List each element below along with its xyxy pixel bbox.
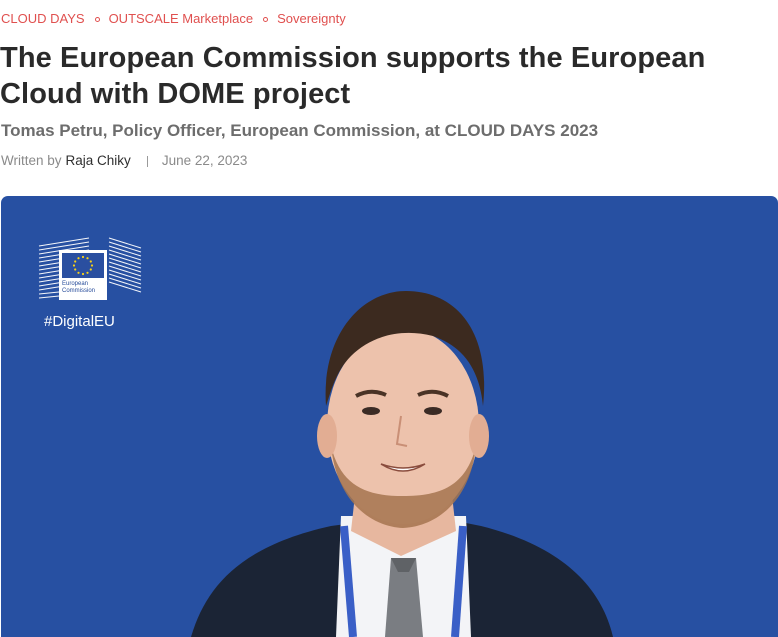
article-title: The European Commission supports the Eur… — [0, 40, 778, 112]
tag-cloud-days[interactable]: CLOUD DAYS — [1, 10, 85, 28]
written-by-label: Written by — [1, 153, 62, 168]
article-title-line-1: The European Commission supports the Eur… — [0, 42, 706, 74]
publish-date: June 22, 2023 — [161, 153, 248, 168]
category-tags: CLOUD DAYS OUTSCALE Marketplace Sovereig… — [1, 10, 346, 28]
byline: Written by Raja Chiky June 22, 2023 — [1, 152, 247, 170]
hero-illustration — [38, 237, 613, 637]
tag-separator-icon — [94, 16, 100, 22]
article-title-line-2: Cloud with DOME project — [0, 78, 351, 110]
logo-text-line-1: European — [62, 281, 89, 287]
tag-sovereignty[interactable]: Sovereignty — [277, 10, 346, 28]
hero-video-frame[interactable]: European Commission #DigitalEU — [1, 196, 778, 637]
tag-separator-icon — [263, 16, 269, 22]
article-subtitle: Tomas Petru, Policy Officer, European Co… — [1, 121, 599, 140]
logo-text-line-2: Commission — [62, 288, 96, 294]
byline-divider — [146, 155, 148, 167]
author-link[interactable]: Raja Chiky — [66, 152, 131, 170]
hashtag-label: #DigitalEU — [44, 313, 115, 330]
tag-outscale-marketplace[interactable]: OUTSCALE Marketplace — [109, 10, 254, 28]
article-page: CLOUD DAYS OUTSCALE Marketplace Sovereig… — [0, 0, 778, 637]
logo-text: European Commission — [62, 281, 95, 295]
